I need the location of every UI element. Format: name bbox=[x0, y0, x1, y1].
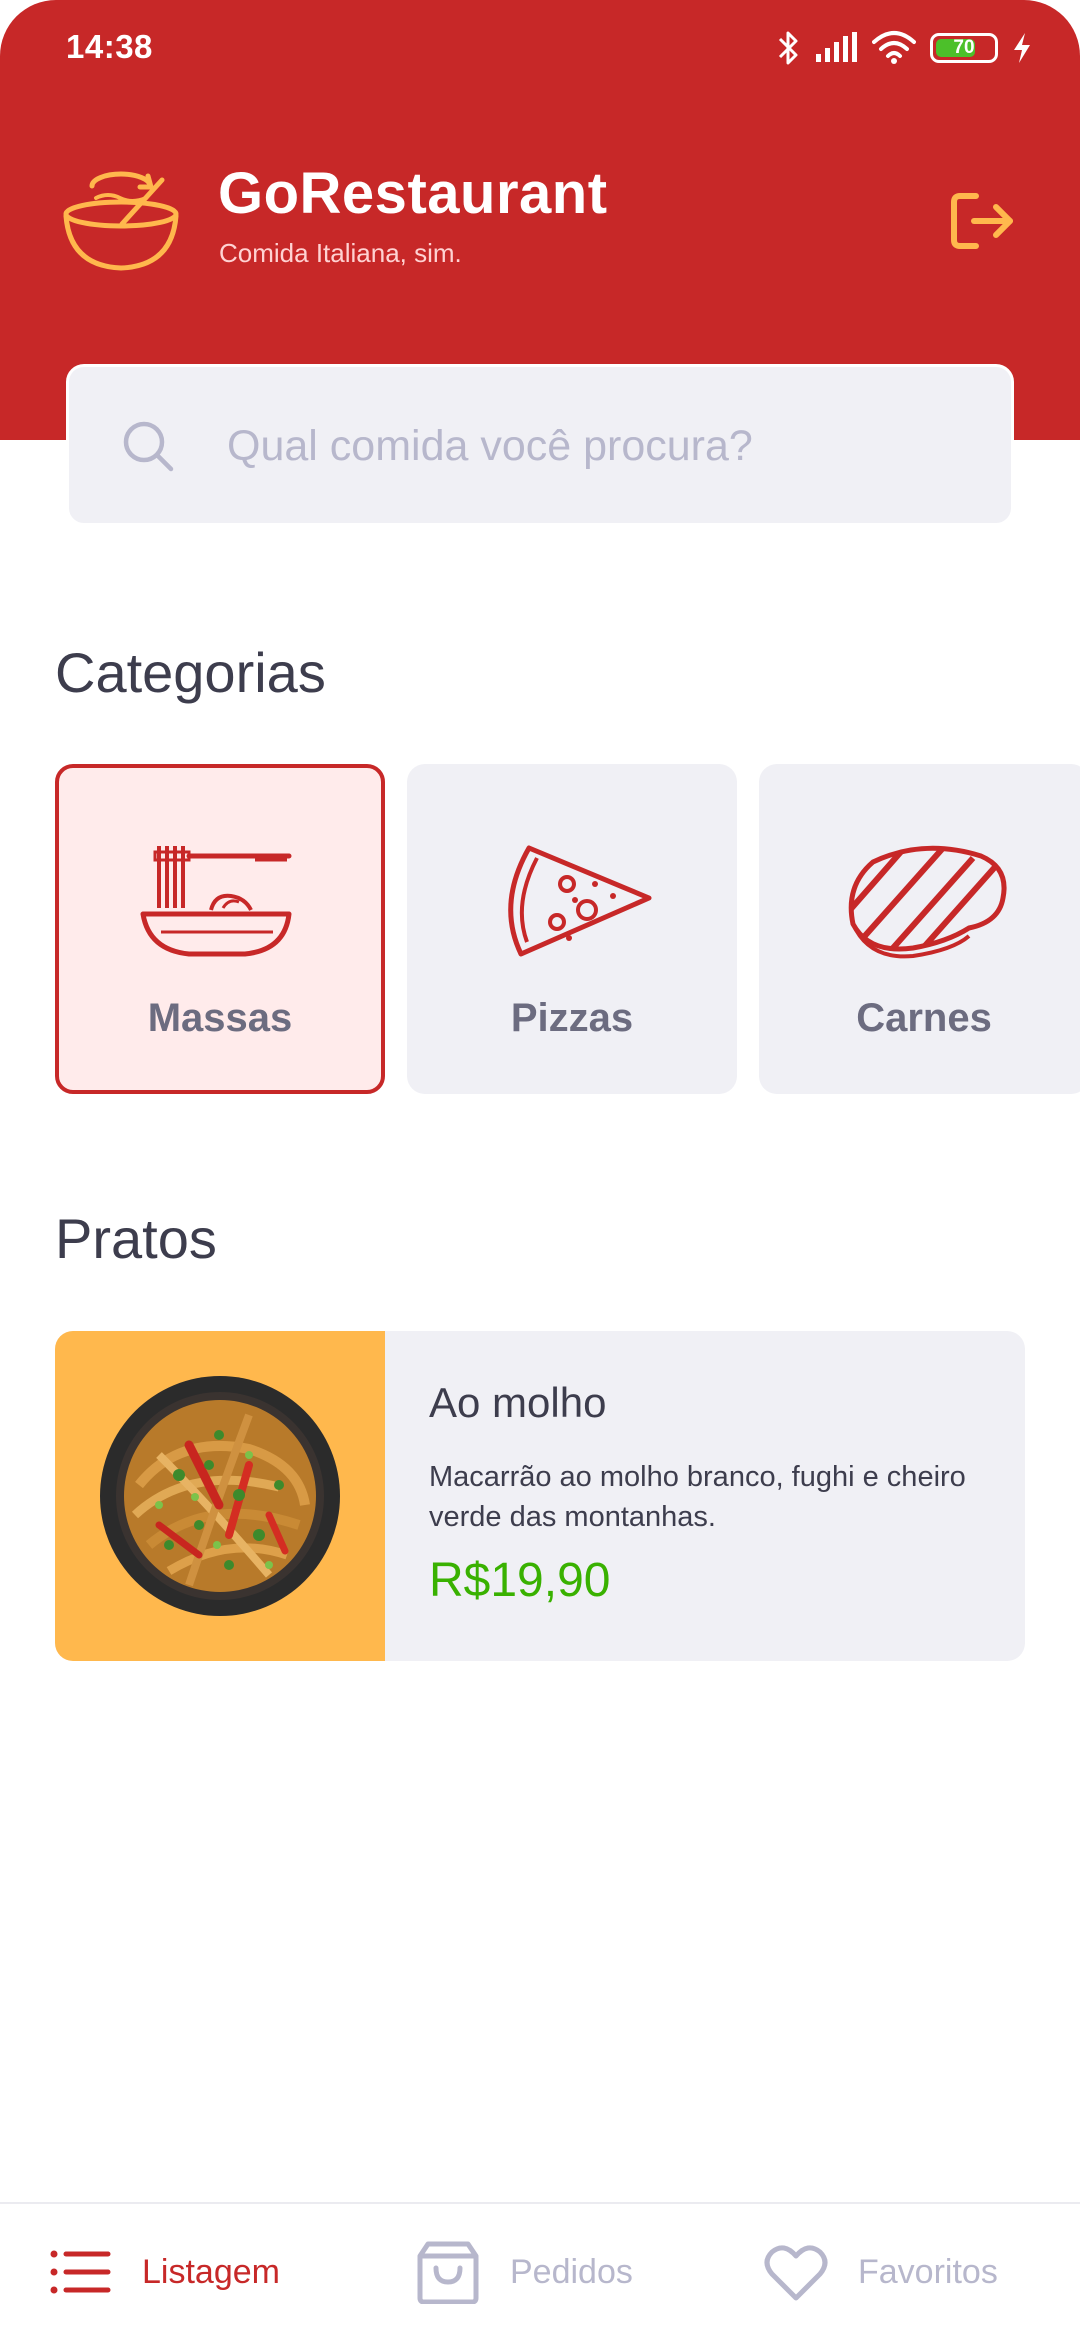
tab-label: Favoritos bbox=[858, 2252, 998, 2291]
search-icon bbox=[123, 421, 174, 472]
status-icons: 70 bbox=[776, 28, 1032, 68]
dish-image-container bbox=[55, 1331, 385, 1661]
dish-card[interactable]: Ao molho Macarrão ao molho branco, fughi… bbox=[55, 1331, 1025, 1661]
heart-icon bbox=[764, 2245, 828, 2301]
category-label: Pizzas bbox=[510, 996, 634, 1040]
tab-listagem[interactable]: Listagem bbox=[48, 2204, 280, 2340]
status-bar: 14:38 70 bbox=[0, 0, 1080, 96]
dishes-heading: Pratos bbox=[55, 1207, 217, 1270]
list-icon bbox=[50, 2250, 111, 2294]
dish-description: Macarrão ao molho branco, fughi e cheiro… bbox=[429, 1461, 966, 1533]
category-label: Carnes bbox=[856, 996, 992, 1040]
signal-icon bbox=[816, 32, 857, 62]
bottom-tab-bar: Listagem Pedidos Favoritos bbox=[0, 2202, 1080, 2340]
category-label: Massas bbox=[147, 996, 293, 1040]
battery-percent: 70 bbox=[953, 37, 975, 58]
tab-pedidos[interactable]: Pedidos bbox=[416, 2204, 633, 2340]
bluetooth-icon bbox=[778, 31, 798, 65]
pizza-icon bbox=[508, 845, 652, 957]
app-title: GoRestaurant bbox=[218, 161, 608, 226]
logout-icon bbox=[951, 193, 1013, 249]
bowl-logo-icon bbox=[63, 171, 179, 271]
tab-label: Listagem bbox=[142, 2252, 280, 2291]
app-subtitle: Comida Italiana, sim. bbox=[219, 238, 462, 268]
wifi-icon bbox=[872, 31, 916, 64]
category-card-carnes[interactable]: Carnes bbox=[759, 764, 1080, 1094]
shopping-bag-icon bbox=[417, 2241, 479, 2304]
battery-indicator: 70 bbox=[930, 33, 998, 63]
category-card-massas[interactable]: Massas bbox=[55, 764, 385, 1094]
dish-price: R$19,90 bbox=[429, 1554, 611, 1607]
steak-icon bbox=[848, 845, 1007, 959]
search-bar[interactable] bbox=[66, 364, 1014, 526]
search-input[interactable] bbox=[227, 407, 987, 485]
dish-image bbox=[100, 1376, 340, 1616]
pasta-icon bbox=[140, 846, 292, 957]
categories-heading: Categorias bbox=[55, 641, 326, 704]
logout-button[interactable] bbox=[948, 186, 1018, 256]
category-card-pizzas[interactable]: Pizzas bbox=[407, 764, 737, 1094]
dish-name: Ao molho bbox=[429, 1379, 607, 1426]
status-time: 14:38 bbox=[66, 28, 153, 65]
charging-icon bbox=[1014, 33, 1030, 63]
tab-favoritos[interactable]: Favoritos bbox=[764, 2204, 998, 2340]
tab-label: Pedidos bbox=[510, 2252, 633, 2291]
categories-list: Massas Pizzas Carnes bbox=[55, 764, 1080, 1094]
